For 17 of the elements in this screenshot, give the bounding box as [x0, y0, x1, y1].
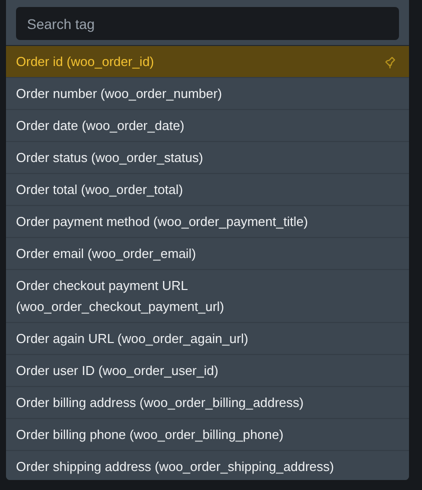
tag-label: Order checkout payment URL (woo_order_checkout_payment_url)	[16, 277, 226, 316]
tag-item[interactable]: Order shipping address (woo_order_shipping_address)	[6, 450, 409, 480]
tag-label: Order date (woo_order_date)	[16, 117, 186, 135]
tag-label: Order user ID (woo_order_user_id)	[16, 362, 220, 380]
tag-label: Order email (woo_order_email)	[16, 245, 197, 263]
tag-item[interactable]: Order id (woo_order_id)	[6, 46, 409, 77]
tag-label: Order again URL (woo_order_again_url)	[16, 330, 250, 348]
tag-label: Order shipping address (woo_order_shipping_address)	[16, 458, 335, 476]
tag-label: Order billing phone (woo_order_billing_phone)	[16, 426, 284, 444]
tag-label: Order payment method (woo_order_payment_title)	[16, 213, 309, 231]
tag-label: Order id (woo_order_id)	[16, 53, 156, 71]
tag-label: Order status (woo_order_status)	[16, 149, 204, 167]
search-field[interactable]: Search tag	[16, 7, 399, 40]
tag-label: Order total (woo_order_total)	[16, 181, 184, 199]
tag-label: Order number (woo_order_number)	[16, 85, 223, 103]
pin-icon[interactable]	[383, 54, 397, 68]
tag-label: Order billing address (woo_order_billing_address)	[16, 394, 305, 412]
